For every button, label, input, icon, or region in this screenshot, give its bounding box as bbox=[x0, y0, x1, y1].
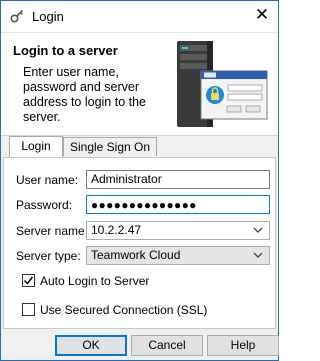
server-type-label: Server type: bbox=[16, 249, 81, 263]
cancel-button[interactable]: Cancel bbox=[131, 335, 203, 356]
server-name-value: 10.2.2.47 bbox=[91, 223, 142, 237]
ok-button[interactable]: OK bbox=[55, 335, 127, 356]
close-icon[interactable]: ✕ bbox=[252, 6, 272, 26]
header-banner: Login to a server Enter user name, passw… bbox=[1, 33, 278, 136]
window-title: Login bbox=[32, 9, 64, 24]
password-masked-value: ●●●●●●●●●●●●●● bbox=[91, 198, 197, 212]
chevron-down-icon[interactable] bbox=[253, 251, 263, 259]
auto-login-checkbox[interactable] bbox=[22, 274, 35, 287]
auto-login-label[interactable]: Auto Login to Server bbox=[40, 274, 149, 288]
server-type-value: Teamwork Cloud bbox=[91, 248, 181, 262]
tab-login[interactable]: Login bbox=[9, 136, 63, 157]
user-name-label: User name: bbox=[16, 173, 79, 187]
ssl-label[interactable]: Use Secured Connection (SSL) bbox=[40, 303, 207, 317]
title-bar: Login ✕ bbox=[1, 1, 278, 33]
password-field[interactable]: ●●●●●●●●●●●●●● bbox=[86, 195, 270, 214]
chevron-down-icon[interactable] bbox=[253, 226, 263, 234]
server-type-select[interactable]: Teamwork Cloud bbox=[86, 246, 270, 265]
tab-single-sign-on[interactable]: Single Sign On bbox=[63, 137, 157, 156]
checkmark-icon bbox=[23, 276, 34, 285]
ssl-checkbox[interactable] bbox=[22, 303, 35, 316]
key-app-icon bbox=[10, 9, 24, 23]
banner-description: Enter user name, password and server add… bbox=[23, 65, 146, 124]
server-name-label: Server name: bbox=[16, 224, 89, 238]
help-button[interactable]: Help bbox=[207, 335, 279, 356]
server-login-illustration bbox=[177, 41, 268, 127]
server-name-combo[interactable]: 10.2.2.47 bbox=[86, 221, 270, 240]
login-tab-panel: User name: Administrator Password: ●●●●●… bbox=[3, 157, 276, 329]
password-label: Password: bbox=[16, 198, 73, 212]
banner-title: Login to a server bbox=[13, 43, 118, 58]
user-name-field[interactable]: Administrator bbox=[86, 170, 270, 189]
login-dialog: Login ✕ Login to a server Enter user nam… bbox=[0, 0, 279, 361]
tab-strip: Login Single Sign On bbox=[1, 136, 278, 157]
